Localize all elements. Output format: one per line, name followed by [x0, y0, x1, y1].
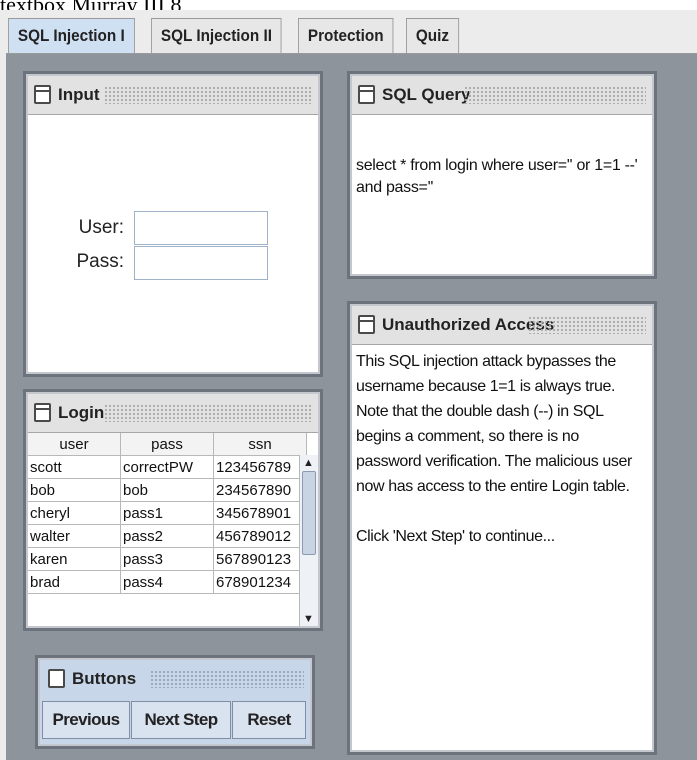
table-row[interactable]: walter pass2 456789012 — [28, 524, 307, 548]
window-icon — [34, 85, 51, 104]
tab-content: Input User: Pass: Login user pass ssn sc… — [6, 54, 697, 760]
input-panel-title: Input — [58, 85, 100, 104]
pass-field[interactable] — [134, 246, 268, 280]
cell-user: bob — [28, 478, 121, 502]
user-field[interactable] — [134, 211, 268, 245]
cell-ssn: 234567890 — [213, 478, 307, 502]
login-table: user pass ssn scott correctPW 123456789 … — [28, 433, 307, 594]
login-panel: Login user pass ssn scott correctPW 1234… — [26, 392, 320, 628]
tab-protection[interactable]: Protection — [298, 18, 394, 53]
tab-sql-injection-2[interactable]: SQL Injection II — [150, 18, 282, 53]
sql-query-panel-title: SQL Query — [382, 85, 471, 104]
attack-description: This SQL injection attack bypasses the u… — [356, 353, 632, 495]
cell-pass: bob — [120, 478, 214, 502]
input-panel-body: User: Pass: — [28, 115, 318, 372]
cell-user: karen — [28, 547, 121, 571]
tab-bar: SQL Injection I SQL Injection II Protect… — [8, 18, 467, 54]
cell-pass: pass4 — [120, 570, 214, 594]
cell-user: scott — [28, 455, 121, 479]
buttons-panel-titlebar: Buttons — [40, 660, 310, 698]
window-icon — [358, 85, 375, 104]
user-label: User: — [78, 217, 124, 238]
buttons-panel-title: Buttons — [72, 669, 137, 688]
table-row[interactable]: brad pass4 678901234 — [28, 570, 307, 594]
cell-user: walter — [28, 524, 121, 548]
scroll-down-arrow-icon[interactable]: ▼ — [303, 613, 314, 625]
attack-explanation: This SQL injection attack bypasses the u… — [356, 349, 648, 549]
sql-query-panel-titlebar: SQL Query — [352, 76, 652, 115]
cell-pass: pass1 — [120, 501, 214, 525]
pass-label: Pass: — [76, 251, 124, 272]
unauthorized-access-body: This SQL injection attack bypasses the u… — [352, 345, 652, 750]
tab-sql-injection-1[interactable]: SQL Injection I — [8, 18, 135, 53]
table-header-row: user pass ssn — [28, 433, 307, 456]
previous-button[interactable]: Previous — [42, 701, 130, 739]
scrollbar-thumb[interactable] — [302, 471, 316, 555]
cell-user: cheryl — [28, 501, 121, 525]
cell-ssn: 678901234 — [213, 570, 307, 594]
titlebar-grip — [104, 86, 312, 104]
cell-pass: pass2 — [120, 524, 214, 548]
titlebar-grip — [104, 404, 312, 422]
cell-ssn: 456789012 — [213, 524, 307, 548]
column-header-user[interactable]: user — [28, 433, 121, 456]
buttons-panel: Buttons Previous Next Step Reset — [38, 658, 312, 746]
tab-quiz[interactable]: Quiz — [406, 18, 460, 53]
sql-query-panel: SQL Query select * from login where user… — [350, 74, 654, 276]
table-row[interactable]: cheryl pass1 345678901 — [28, 501, 307, 525]
window-icon — [358, 315, 375, 334]
titlebar-grip — [528, 316, 646, 334]
cell-ssn: 345678901 — [213, 501, 307, 525]
login-panel-title: Login — [58, 403, 105, 422]
table-row[interactable]: karen pass3 567890123 — [28, 547, 307, 571]
titlebar-grip — [150, 670, 304, 688]
titlebar-grip — [464, 86, 646, 104]
login-table-area: user pass ssn scott correctPW 123456789 … — [28, 433, 318, 626]
cell-pass: pass3 — [120, 547, 214, 571]
column-header-pass[interactable]: pass — [120, 433, 214, 456]
cell-ssn: 123456789 — [213, 455, 307, 479]
window-icon — [48, 669, 65, 688]
window-icon — [34, 403, 51, 422]
unauthorized-access-titlebar: Unauthorized Access — [352, 306, 652, 345]
continue-hint: Click 'Next Step' to continue... — [356, 528, 555, 545]
reset-button[interactable]: Reset — [232, 701, 306, 739]
scroll-up-arrow-icon[interactable]: ▲ — [303, 457, 314, 469]
sql-injection-demo-app: SQL Injection I SQL Injection II Protect… — [0, 10, 697, 760]
sql-query-text: select * from login where user='' or 1=1… — [356, 157, 638, 196]
cell-pass: correctPW — [120, 455, 214, 479]
input-panel: Input User: Pass: — [26, 74, 320, 374]
column-header-ssn[interactable]: ssn — [213, 433, 307, 456]
sql-query-body: select * from login where user='' or 1=1… — [352, 115, 652, 274]
login-panel-titlebar: Login — [28, 394, 318, 433]
table-row[interactable]: scott correctPW 123456789 — [28, 455, 307, 479]
cell-user: brad — [28, 570, 121, 594]
next-step-button[interactable]: Next Step — [131, 701, 231, 739]
unauthorized-access-panel: Unauthorized Access This SQL injection a… — [350, 304, 654, 752]
table-row[interactable]: bob bob 234567890 — [28, 478, 307, 502]
table-scrollbar[interactable]: ▲ ▼ — [299, 455, 318, 626]
input-panel-titlebar: Input — [28, 76, 318, 115]
cell-ssn: 567890123 — [213, 547, 307, 571]
